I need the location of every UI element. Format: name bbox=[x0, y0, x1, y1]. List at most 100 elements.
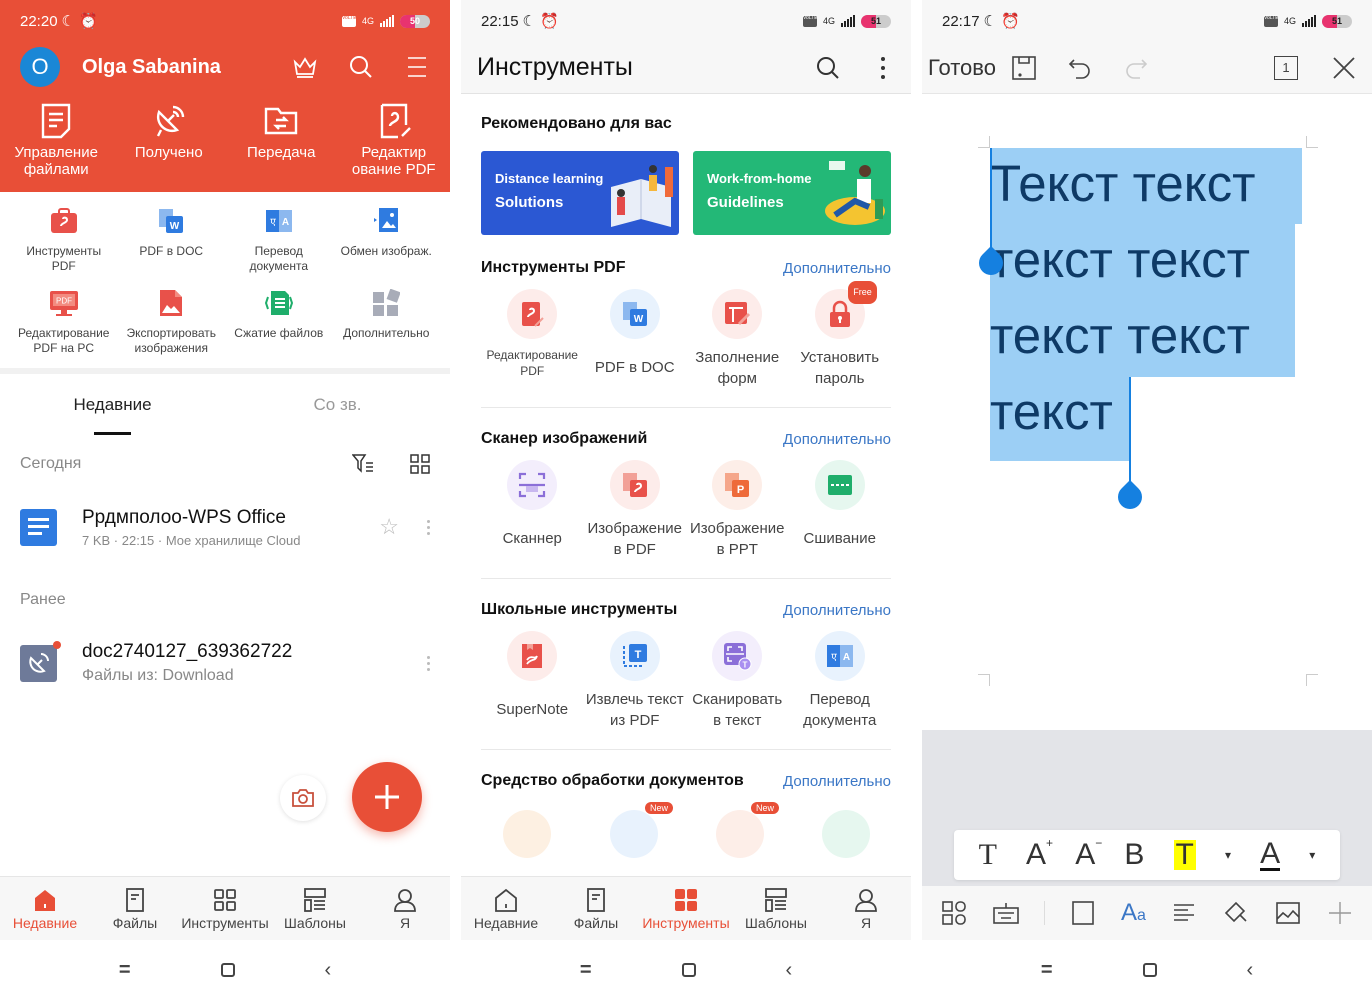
tool-supernote[interactable]: SuperNote bbox=[481, 631, 584, 731]
tool-image-to-ppt[interactable]: P Изображение в PPT bbox=[686, 460, 789, 560]
close-icon[interactable] bbox=[1330, 54, 1358, 82]
search-icon[interactable] bbox=[815, 55, 841, 81]
undo-icon[interactable] bbox=[1066, 54, 1094, 82]
nav-me[interactable]: Я bbox=[360, 877, 450, 940]
font-style-icon[interactable]: Aa bbox=[1121, 899, 1146, 927]
more-link[interactable]: Дополнительно bbox=[783, 602, 891, 619]
done-button[interactable]: Готово bbox=[928, 55, 996, 81]
more-options-icon[interactable] bbox=[427, 655, 430, 671]
crown-icon[interactable] bbox=[292, 54, 318, 80]
selection-end-handle[interactable] bbox=[1113, 480, 1147, 514]
scanner-icon bbox=[519, 472, 546, 498]
file-item[interactable]: Ррдмполоо-WPS Office 7 KB · 22:15 · Мое … bbox=[0, 492, 450, 562]
back-key-icon[interactable]: ‹ bbox=[325, 959, 332, 982]
highlight-dropdown-icon[interactable]: ▾ bbox=[1225, 848, 1231, 862]
nav-me[interactable]: Я bbox=[821, 877, 911, 940]
save-icon[interactable] bbox=[1010, 54, 1038, 82]
tool-fill-form[interactable]: Заполнение форм bbox=[686, 289, 789, 389]
page-count-button[interactable]: 1 bbox=[1274, 55, 1298, 80]
keyboard-icon[interactable] bbox=[992, 899, 1020, 927]
banner-distance-learning[interactable]: Distance learning Solutions bbox=[481, 151, 679, 235]
tool-pdf-to-doc[interactable]: W PDF в DOC bbox=[584, 289, 687, 389]
create-new-button[interactable] bbox=[352, 762, 422, 832]
back-key-icon[interactable]: ‹ bbox=[786, 959, 793, 982]
svg-text:W: W bbox=[634, 314, 644, 325]
nav-recent[interactable]: Недавние bbox=[0, 877, 90, 940]
menu-icon[interactable] bbox=[404, 54, 430, 80]
more-link[interactable]: Дополнительно bbox=[783, 431, 891, 448]
decrease-font-button[interactable]: A − bbox=[1075, 836, 1102, 872]
search-icon[interactable] bbox=[348, 54, 374, 80]
nav-recent[interactable]: Недавние bbox=[461, 877, 551, 940]
star-icon[interactable]: ☆ bbox=[379, 514, 399, 540]
more-options-icon[interactable] bbox=[427, 519, 430, 535]
quick-received[interactable]: Получено bbox=[113, 102, 226, 191]
tool-translate[interactable]: ए A Перевод документа bbox=[225, 206, 333, 280]
back-key-icon[interactable]: ‹ bbox=[1247, 959, 1254, 982]
user-name[interactable]: Olga Sabanina bbox=[82, 56, 292, 79]
bold-button[interactable]: B bbox=[1124, 838, 1144, 872]
tab-starred[interactable]: Со зв. bbox=[225, 395, 450, 415]
recents-key-icon[interactable]: = bbox=[1041, 959, 1053, 982]
nav-files[interactable]: Файлы bbox=[551, 877, 641, 940]
satellite-icon bbox=[156, 105, 184, 137]
avatar[interactable]: O bbox=[20, 47, 60, 87]
align-icon[interactable] bbox=[1170, 899, 1198, 927]
nav-templates[interactable]: Шаблоны bbox=[731, 877, 821, 940]
home-key-icon[interactable] bbox=[1142, 963, 1157, 977]
tool-stitch[interactable]: Сшивание bbox=[789, 460, 892, 560]
tool-scanner[interactable]: Сканнер bbox=[481, 460, 584, 560]
nav-tools[interactable]: Инструменты bbox=[180, 877, 270, 940]
quick-transfer[interactable]: Передача bbox=[225, 102, 338, 191]
tool-image-exchange[interactable]: Обмен изображ. bbox=[333, 206, 441, 280]
apps-icon[interactable] bbox=[940, 899, 968, 927]
tool-pdf-on-pc[interactable]: PDF Редактирование PDF на PC bbox=[10, 288, 118, 362]
redo-icon[interactable] bbox=[1122, 54, 1150, 82]
tool-translate[interactable]: ए A Перевод документа bbox=[789, 631, 892, 731]
tool-image-to-pdf[interactable]: Изображение в PDF bbox=[584, 460, 687, 560]
more-options-icon[interactable] bbox=[881, 56, 885, 79]
tool-scan-to-text[interactable]: T Сканировать в текст bbox=[686, 631, 789, 731]
recents-key-icon[interactable]: = bbox=[119, 959, 131, 982]
paint-icon[interactable] bbox=[1222, 899, 1250, 927]
tool-set-password[interactable]: Free Установить пароль bbox=[789, 281, 892, 389]
document-canvas[interactable]: Текст текст текст текст текст текст текс… bbox=[922, 96, 1372, 730]
quick-file-manage[interactable]: Управление файлами bbox=[0, 102, 113, 191]
tool-more[interactable]: Дополнительно bbox=[333, 288, 441, 362]
plus-icon bbox=[375, 785, 399, 809]
tool-export-image[interactable]: Экспортировать изображения bbox=[118, 288, 226, 362]
more-link[interactable]: Дополнительно bbox=[783, 773, 891, 790]
camera-icon bbox=[292, 789, 314, 807]
tool-pdf-to-doc[interactable]: W PDF в DOC bbox=[118, 206, 226, 280]
tool-pdf-tools[interactable]: Инструменты PDF bbox=[10, 206, 118, 280]
moon-icon: ☾ bbox=[522, 13, 536, 30]
home-key-icon[interactable] bbox=[220, 963, 235, 977]
nav-tools[interactable]: Инструменты bbox=[641, 877, 731, 940]
clock: 22:15 bbox=[481, 12, 519, 30]
grid-view-icon[interactable] bbox=[410, 454, 430, 474]
tool-extract-text[interactable]: T Извлечь текст из PDF bbox=[584, 631, 687, 731]
highlight-button[interactable]: T bbox=[1173, 840, 1196, 870]
banner-work-from-home[interactable]: Work-from-home Guidelines bbox=[693, 151, 891, 235]
quick-pdf-edit[interactable]: Редактир ование PDF bbox=[338, 102, 451, 191]
camera-button[interactable] bbox=[280, 775, 326, 821]
tab-recent[interactable]: Недавние bbox=[0, 395, 225, 415]
tool-edit-pdf[interactable]: Редактирование PDF bbox=[481, 289, 584, 389]
font-color-dropdown-icon[interactable]: ▾ bbox=[1309, 848, 1315, 862]
select-frame-icon[interactable] bbox=[1069, 899, 1097, 927]
file-item[interactable]: doc2740127_639362722 Файлы из: Download bbox=[0, 628, 450, 698]
document-text[interactable]: Текст текст текст текст текст текст текс… bbox=[990, 146, 1255, 450]
image-icon[interactable] bbox=[1274, 899, 1302, 927]
network-type: 4G bbox=[1283, 16, 1296, 26]
increase-font-button[interactable]: A + bbox=[1026, 836, 1053, 872]
font-color-button[interactable]: A bbox=[1260, 838, 1281, 871]
nav-templates[interactable]: Шаблоны bbox=[270, 877, 360, 940]
filter-icon[interactable] bbox=[352, 454, 374, 474]
recents-key-icon[interactable]: = bbox=[580, 959, 592, 982]
text-style-button[interactable]: T bbox=[979, 838, 997, 872]
more-link[interactable]: Дополнительно bbox=[783, 260, 891, 277]
add-icon[interactable] bbox=[1326, 899, 1354, 927]
tool-compress[interactable]: Сжатие файлов bbox=[225, 288, 333, 362]
home-key-icon[interactable] bbox=[681, 963, 696, 977]
nav-files[interactable]: Файлы bbox=[90, 877, 180, 940]
